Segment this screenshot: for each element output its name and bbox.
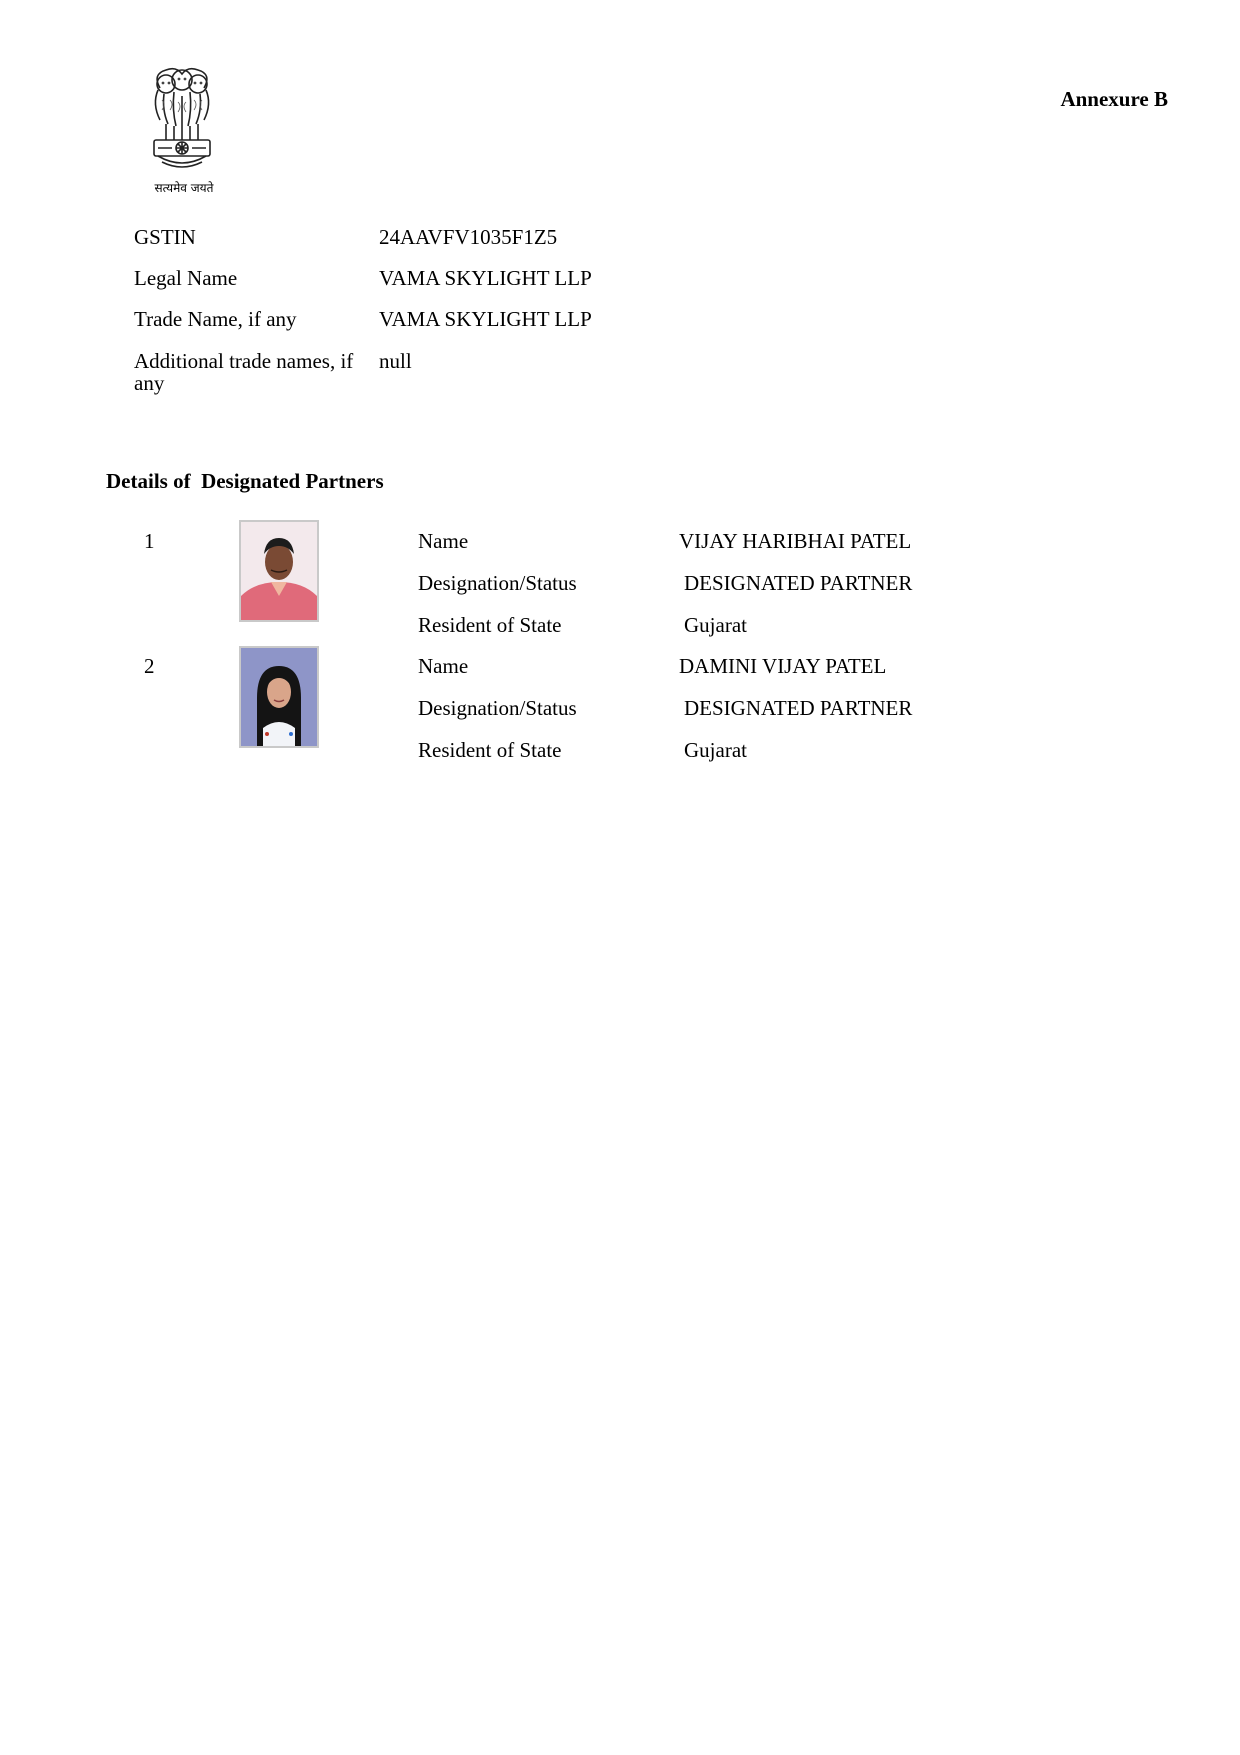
partner-name-value: VIJAY HARIBHAI PATEL [679, 529, 912, 553]
partner-name-value: DAMINI VIJAY PATEL [679, 654, 887, 678]
partner-photo [239, 646, 319, 748]
partner-state-label: Resident of State [418, 738, 562, 762]
person-photo-icon [241, 648, 317, 746]
partner-name-label: Name [418, 654, 469, 678]
partner-designation-value: DESIGNATED PARTNER [684, 696, 913, 720]
partner-name-label: Name [418, 529, 469, 553]
partner-designation-label: Designation/Status [418, 571, 577, 595]
info-value: VAMA SKYLIGHT LLP [379, 266, 592, 290]
partner-designation-value: DESIGNATED PARTNER [684, 571, 913, 595]
lion-capital-icon [153, 67, 211, 168]
partner-serial-number: 1 [144, 529, 155, 553]
person-photo-icon [241, 522, 317, 620]
partner-photo [239, 520, 319, 622]
partner-serial-number: 2 [144, 654, 155, 678]
annexure-label: Annexure B [1060, 87, 1168, 111]
info-value: VAMA SKYLIGHT LLP [379, 307, 592, 331]
info-value: 24AAVFV1035F1Z5 [379, 225, 558, 249]
section-title: Details of Designated Partners [106, 469, 384, 493]
emblem-motto: सत्यमेव जयते [154, 181, 214, 195]
partner-designation-label: Designation/Status [418, 696, 577, 720]
info-value: null [379, 349, 412, 373]
national-emblem [140, 66, 224, 198]
info-label: GSTIN [134, 225, 196, 249]
partner-state-value: Gujarat [684, 738, 747, 762]
partner-state-label: Resident of State [418, 613, 562, 637]
info-label: Trade Name, if any [134, 307, 297, 331]
info-label: Legal Name [134, 266, 238, 290]
info-label: Additional trade names, if any [134, 349, 354, 395]
partner-state-value: Gujarat [684, 613, 747, 637]
